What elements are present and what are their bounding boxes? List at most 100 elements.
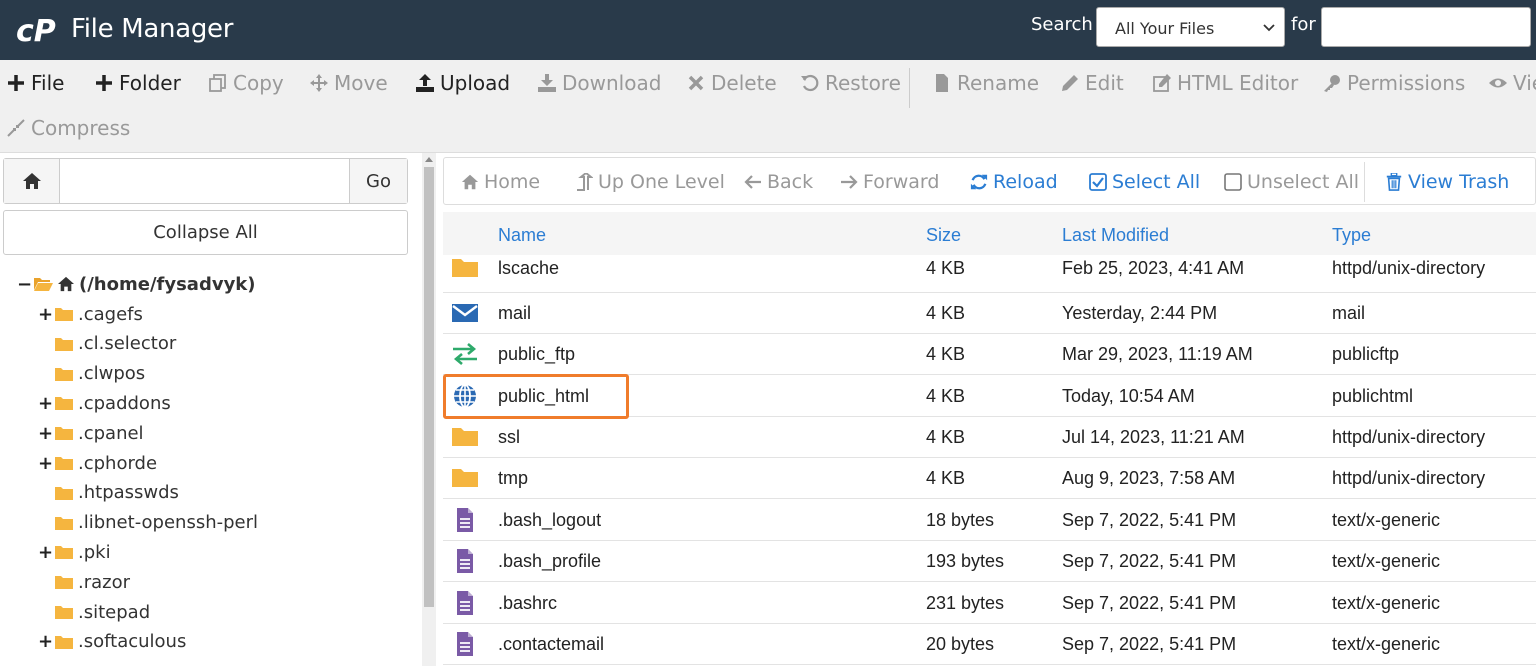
new-folder-button[interactable]: Folder [94,70,181,96]
unselect-all-button[interactable]: Unselect All [1224,169,1359,195]
tree-root[interactable]: − (/home/fysadvyk) [17,272,256,296]
scroll-thumb[interactable] [424,167,434,607]
table-row[interactable]: ssl 4 KB Jul 14, 2023, 11:21 AM httpd/unix-… [443,417,1536,458]
compress-button[interactable]: Compress [6,115,130,141]
tree-scrollbar[interactable] [422,153,436,666]
permissions-button[interactable]: Permissions [1322,70,1465,96]
html-editor-label: HTML Editor [1177,71,1299,95]
table-row[interactable]: .bashrc 231 bytes Sep 7, 2022, 5:41 PM text… [443,583,1536,624]
tree-item[interactable]: .cl.selector [38,332,176,356]
file-type: text/x-generic [1332,510,1441,530]
html-editor-button[interactable]: HTML Editor [1152,70,1298,96]
expand-toggle[interactable]: + [38,542,54,563]
move-button[interactable]: Move [309,70,388,96]
tree-home-button[interactable] [4,159,60,203]
restore-button[interactable]: Restore [800,70,901,96]
new-folder-label: Folder [119,71,181,95]
tree-item[interactable]: + .pki [38,540,111,564]
tree-item-label: .cagefs [78,303,143,325]
tree-item-label: .clwpos [78,363,146,385]
column-type-header[interactable]: Type [1332,225,1371,246]
file-modified: Sep 7, 2022, 5:41 PM [1062,551,1237,571]
tree-item[interactable]: .libnet-openssh-perl [38,511,258,535]
table-row[interactable]: .bash_profile 193 bytes Sep 7, 2022, 5:41 … [443,541,1536,582]
table-row[interactable]: tmp 4 KB Aug 9, 2023, 7:58 AM httpd/unix-di… [443,458,1536,499]
tree-item[interactable]: + .cpaddons [38,391,171,415]
tree-item-label: .cpanel [78,422,144,444]
upload-button[interactable]: Upload [415,70,510,96]
file-icon [936,74,948,92]
copy-button[interactable]: Copy [208,70,284,96]
file-type: mail [1332,303,1366,323]
tree-item[interactable]: .razor [38,570,130,594]
tree-item-label: .softaculous [78,631,187,653]
view-button[interactable]: Vie [1488,70,1536,96]
file-name: .bash_profile [498,551,602,571]
home-label: Home [484,171,541,193]
delete-button[interactable]: Delete [686,70,777,96]
file-size: 4 KB [926,303,966,323]
expand-toggle[interactable]: + [38,631,54,652]
download-button[interactable]: Download [537,70,661,96]
reload-icon [970,174,988,190]
back-button[interactable]: Back [744,169,813,195]
forward-button[interactable]: Forward [840,169,939,195]
table-row[interactable]: mail 4 KB Yesterday, 2:44 PM mail [443,293,1536,334]
collapse-all-button[interactable]: Collapse All [3,210,408,255]
key-icon [1324,75,1340,92]
up-one-level-button[interactable]: Up One Level [575,169,725,195]
tree-item[interactable]: + .softaculous [38,630,186,654]
expand-toggle[interactable]: + [38,423,54,444]
chevron-down-icon [1263,24,1275,32]
file-name: .bash_logout [498,510,602,530]
tree-item[interactable]: .clwpos [38,362,145,386]
tree-item[interactable]: + .cagefs [38,302,143,326]
tree-item-label: .cpaddons [78,392,171,414]
tree-item[interactable]: .htpasswds [38,481,179,505]
expand-toggle[interactable]: + [38,304,54,325]
file-name: ssl [498,427,520,447]
edit-button[interactable]: Edit [1060,70,1124,96]
collapse-toggle[interactable]: − [17,274,33,295]
column-size-header[interactable]: Size [926,225,961,246]
expand-toggle[interactable]: + [38,453,54,474]
table-row[interactable]: lscache 4 KB Feb 25, 2023, 4:41 AM httpd/un… [443,255,1536,293]
reload-label: Reload [993,171,1058,193]
tree-item[interactable]: + .cphorde [38,451,157,475]
go-button[interactable]: Go [349,159,407,203]
copy-icon [209,74,226,92]
tree-item[interactable]: .sitepad [38,600,150,624]
cpanel-logo[interactable]: cP [16,12,60,48]
search-input[interactable] [1321,7,1531,47]
column-name-header[interactable]: Name [498,225,546,246]
new-file-button[interactable]: File [6,70,64,96]
table-row[interactable]: public_ftp 4 KB Mar 29, 2023, 11:19 AM publ… [443,334,1536,375]
column-modified-header[interactable]: Last Modified [1062,225,1169,246]
expand-toggle[interactable]: + [38,393,54,414]
for-label: for [1291,14,1316,35]
reload-button[interactable]: Reload [970,169,1058,195]
table-row[interactable]: .contactemail 20 bytes Sep 7, 2022, 5:41 P… [443,624,1536,665]
folder-icon [55,397,73,411]
restore-icon [801,74,819,92]
file-size: 4 KB [926,386,966,406]
level-up-icon [577,173,593,191]
file-name: .bashrc [498,593,558,613]
tree-item[interactable]: + .cpanel [38,421,144,445]
select-all-button[interactable]: Select All [1089,169,1200,195]
table-row[interactable]: .bash_logout 18 bytes Sep 7, 2022, 5:41 PM… [443,500,1536,541]
compress-icon [7,119,25,137]
svg-text:cP: cP [16,14,56,48]
file-type: text/x-generic [1332,634,1441,654]
scroll-up-arrow-icon[interactable] [425,155,433,163]
unselect-all-label: Unselect All [1247,171,1359,193]
tree-item-label: .cphorde [78,452,158,474]
home-button[interactable]: Home [461,169,540,195]
rename-button[interactable]: Rename [932,70,1039,96]
arrow-right-icon [841,175,858,189]
search-scope-select[interactable]: All Your Files [1096,7,1285,47]
file-modified: Sep 7, 2022, 5:41 PM [1062,634,1237,654]
view-trash-button[interactable]: View Trash [1385,169,1509,195]
path-input[interactable] [62,161,348,201]
file-type: text/x-generic [1332,593,1441,613]
